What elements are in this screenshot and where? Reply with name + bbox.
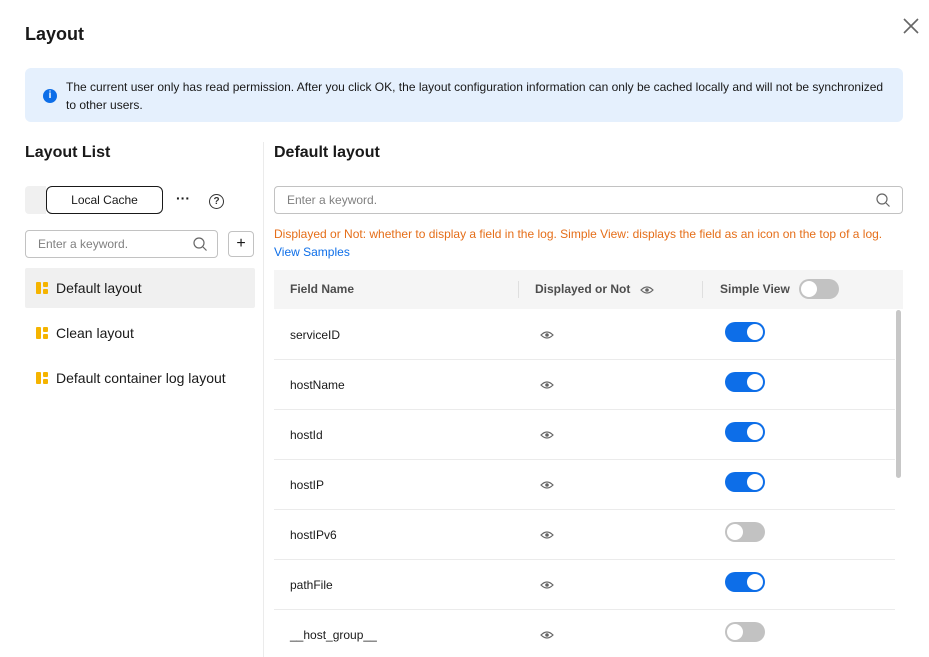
layout-icon (36, 282, 48, 294)
eye-icon[interactable] (540, 330, 554, 340)
permission-notice: i The current user only has read permiss… (25, 68, 903, 122)
simple-view-toggle[interactable] (725, 472, 765, 492)
column-displayed: Displayed or Not (535, 282, 631, 296)
search-icon[interactable] (192, 236, 208, 252)
add-layout-button[interactable]: + (228, 231, 254, 257)
notice-text: The current user only has read permissio… (66, 80, 884, 112)
eye-icon[interactable] (540, 380, 554, 390)
field-hint: Displayed or Not: whether to display a f… (274, 225, 903, 261)
hint-text: Displayed or Not: whether to display a f… (274, 227, 883, 241)
column-divider (518, 281, 519, 298)
layout-search-input[interactable] (38, 237, 188, 251)
table-header: Field Name Displayed or Not Simple View (274, 270, 903, 309)
layout-search-box (25, 230, 218, 258)
table-row: hostIP (274, 460, 895, 510)
field-name: hostId (290, 428, 323, 442)
layout-item-default-container-log[interactable]: Default container log layout (25, 358, 255, 398)
tab-strip (25, 186, 46, 214)
eye-icon[interactable] (540, 630, 554, 640)
table-scrollbar[interactable] (896, 310, 901, 478)
toggle-knob (747, 374, 763, 390)
column-simple-view: Simple View (720, 282, 790, 296)
table-row: serviceID (274, 310, 895, 360)
field-name: __host_group__ (290, 628, 377, 642)
layout-list-title: Layout List (25, 144, 111, 161)
column-field-name: Field Name (290, 282, 355, 296)
layout-icon (36, 327, 48, 339)
toggle-knob (801, 281, 817, 297)
panel-divider (263, 142, 264, 657)
field-name: hostIP (290, 478, 325, 492)
simple-view-toggle[interactable] (725, 622, 765, 642)
info-icon: i (43, 89, 57, 103)
simple-view-toggle[interactable] (725, 522, 765, 542)
toggle-knob (747, 574, 763, 590)
toggle-knob (747, 474, 763, 490)
dialog-title: Layout (25, 24, 85, 44)
layout-item-default[interactable]: Default layout (25, 268, 255, 308)
help-icon[interactable]: ? (209, 194, 224, 209)
field-name: hostName (290, 378, 345, 392)
field-search-box (274, 186, 903, 214)
view-samples-link[interactable]: View Samples (274, 245, 350, 259)
layout-item-clean[interactable]: Clean layout (25, 313, 255, 353)
close-icon[interactable] (899, 14, 923, 38)
search-icon[interactable] (875, 192, 891, 208)
toggle-knob (747, 324, 763, 340)
layout-detail-title: Default layout (274, 144, 380, 161)
table-row: pathFile (274, 560, 895, 610)
simple-view-toggle[interactable] (725, 422, 765, 442)
field-name: serviceID (290, 328, 341, 342)
eye-icon[interactable] (540, 530, 554, 540)
simple-view-toggle[interactable] (725, 572, 765, 592)
table-row: __host_group__ (274, 610, 895, 657)
simple-view-all-toggle[interactable] (799, 279, 839, 299)
table-row: hostIPv6 (274, 510, 895, 560)
eye-icon[interactable] (540, 430, 554, 440)
toggle-knob (727, 524, 743, 540)
simple-view-toggle[interactable] (725, 372, 765, 392)
layout-item-label: Clean layout (56, 325, 134, 341)
layout-item-label: Default container log layout (56, 370, 226, 386)
field-name: hostIPv6 (290, 528, 337, 542)
eye-icon[interactable] (540, 580, 554, 590)
layout-item-label: Default layout (56, 280, 142, 296)
simple-view-toggle[interactable] (725, 322, 765, 342)
toggle-knob (727, 624, 743, 640)
column-divider (702, 281, 703, 298)
field-search-input[interactable] (287, 193, 867, 207)
layout-icon (36, 372, 48, 384)
eye-icon[interactable] (640, 285, 654, 295)
table-row: hostName (274, 360, 895, 410)
toggle-knob (747, 424, 763, 440)
eye-icon[interactable] (540, 480, 554, 490)
table-row: hostId (274, 410, 895, 460)
local-cache-button[interactable]: Local Cache (46, 186, 163, 214)
more-options-icon[interactable]: ··· (176, 190, 190, 206)
field-name: pathFile (290, 578, 333, 592)
